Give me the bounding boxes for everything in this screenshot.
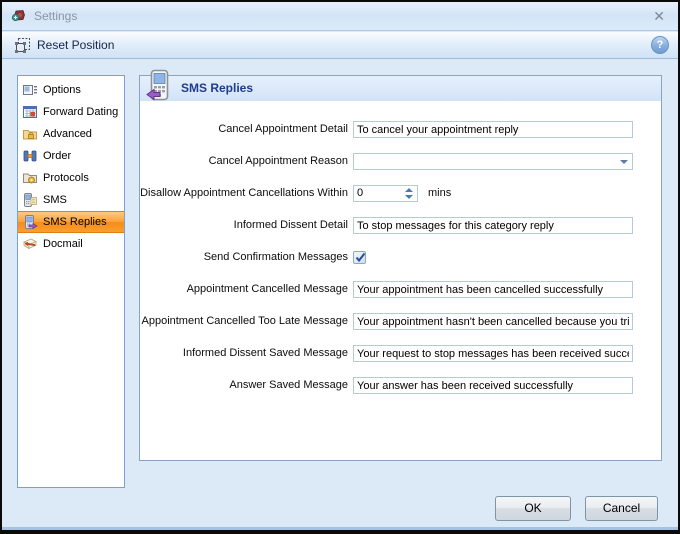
- reset-position-label: Reset Position: [37, 38, 114, 52]
- ok-button[interactable]: OK: [495, 496, 571, 521]
- field-label: Disallow Appointment Cancellations Withi…: [140, 185, 348, 202]
- sidebar-item-options[interactable]: Options: [18, 79, 124, 101]
- sidebar-item-sms-replies[interactable]: SMS Replies: [18, 211, 124, 233]
- sidebar-item-label: Protocols: [43, 172, 89, 184]
- field-label: Send Confirmation Messages: [140, 249, 348, 266]
- toolbar: Reset Position ?: [2, 32, 678, 59]
- field-label: Informed Dissent Detail: [140, 217, 348, 234]
- docmail-icon: [22, 236, 38, 252]
- folder-gear-icon: [22, 170, 38, 186]
- sms-icon: [22, 192, 38, 208]
- stepper-value: 0: [357, 186, 363, 201]
- sidebar-item-label: SMS: [43, 194, 67, 206]
- cancel-button[interactable]: Cancel: [585, 496, 658, 521]
- sidebar-item-order[interactable]: Order: [18, 145, 124, 167]
- sms-replies-icon: [22, 214, 38, 230]
- sidebar-item-sms[interactable]: SMS: [18, 189, 124, 211]
- stepper-buttons[interactable]: [405, 186, 414, 201]
- chevron-down-icon: [620, 160, 628, 164]
- reset-position-button[interactable]: Reset Position: [11, 35, 118, 55]
- sidebar-item-label: Docmail: [43, 238, 83, 250]
- spin-down-icon[interactable]: [405, 195, 413, 199]
- informed-dissent-saved-message-input[interactable]: [353, 345, 633, 362]
- cancellation-minutes-stepper[interactable]: 0: [353, 185, 418, 202]
- settings-window: Settings ✕ Reset Position ?: [0, 0, 680, 534]
- settings-app-icon: [11, 8, 27, 24]
- field-label: Appointment Cancelled Message: [140, 281, 348, 298]
- title-bar: Settings ✕: [2, 2, 678, 31]
- appointment-cancelled-too-late-message-input[interactable]: [353, 313, 633, 330]
- panel-title: SMS Replies: [181, 76, 253, 101]
- sms-replies-header-icon: [146, 69, 173, 103]
- help-button[interactable]: ?: [651, 36, 669, 54]
- field-label: Cancel Appointment Reason: [140, 153, 348, 170]
- folder-lock-icon: [22, 126, 38, 142]
- sidebar-item-label: Order: [43, 150, 71, 162]
- informed-dissent-detail-input[interactable]: [353, 217, 633, 234]
- answer-saved-message-input[interactable]: [353, 377, 633, 394]
- field-label: Cancel Appointment Detail: [140, 121, 348, 138]
- appointment-cancelled-message-input[interactable]: [353, 281, 633, 298]
- sidebar: Options Forward Dating Advanced: [17, 75, 125, 488]
- window-bottom-edge: [2, 527, 678, 530]
- field-label: Appointment Cancelled Too Late Message: [140, 313, 348, 330]
- cancel-appointment-detail-input[interactable]: [353, 121, 633, 138]
- sidebar-item-protocols[interactable]: Protocols: [18, 167, 124, 189]
- cancel-appointment-reason-dropdown[interactable]: [353, 153, 633, 170]
- send-confirmation-checkbox[interactable]: [353, 251, 366, 264]
- sms-replies-panel: SMS Replies Cancel Appointment Detail Ca…: [139, 75, 662, 461]
- field-label: Informed Dissent Saved Message: [140, 345, 348, 362]
- options-icon: [22, 82, 38, 98]
- order-icon: [22, 148, 38, 164]
- reset-position-icon: [15, 37, 31, 53]
- sidebar-item-label: Options: [43, 84, 81, 96]
- sidebar-item-label: Forward Dating: [43, 106, 118, 118]
- sidebar-item-advanced[interactable]: Advanced: [18, 123, 124, 145]
- sidebar-item-label: SMS Replies: [43, 216, 107, 228]
- close-icon[interactable]: ✕: [649, 9, 669, 23]
- field-label: Answer Saved Message: [140, 377, 348, 394]
- mins-suffix-label: mins: [428, 185, 451, 202]
- sidebar-item-forward-dating[interactable]: Forward Dating: [18, 101, 124, 123]
- calendar-icon: [22, 104, 38, 120]
- sidebar-item-docmail[interactable]: Docmail: [18, 233, 124, 255]
- help-icon: ?: [657, 39, 664, 51]
- sidebar-item-label: Advanced: [43, 128, 92, 140]
- spin-up-icon[interactable]: [405, 188, 413, 192]
- panel-header: SMS Replies: [140, 76, 661, 101]
- checkmark-icon: [354, 251, 367, 264]
- window-title: Settings: [34, 9, 77, 23]
